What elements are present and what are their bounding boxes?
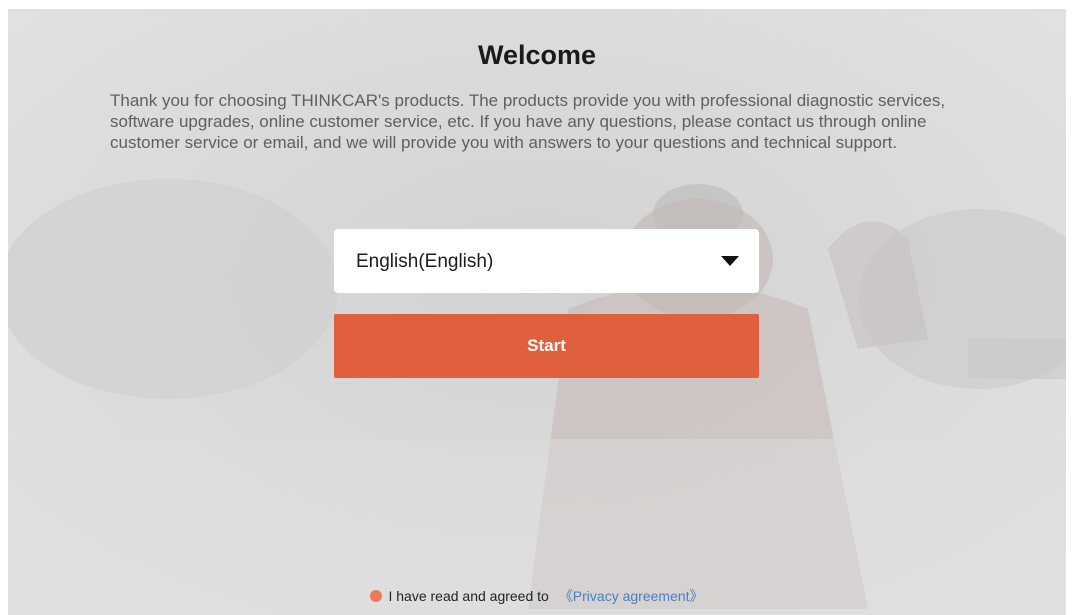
start-button[interactable]: Start: [334, 314, 759, 378]
agreement-checkbox[interactable]: [370, 590, 383, 602]
chevron-down-icon[interactable]: [721, 256, 739, 266]
privacy-agreement-link[interactable]: 《Privacy agreement》: [559, 588, 704, 604]
welcome-screen: Welcome Thank you for choosing THINKCAR'…: [8, 9, 1066, 615]
language-select-value: English(English): [356, 251, 494, 272]
agreement-text: I have read and agreed to: [388, 588, 549, 604]
welcome-title: Welcome: [477, 40, 597, 70]
privacy-agreement-row: I have read and agreed to 《Privacy agreem…: [8, 586, 1066, 606]
welcome-description: Thank you for choosing THINKCAR's produc…: [110, 91, 946, 152]
app-frame: Welcome Thank you for choosing THINKCAR'…: [0, 0, 1074, 615]
language-select[interactable]: English(English): [334, 229, 759, 293]
